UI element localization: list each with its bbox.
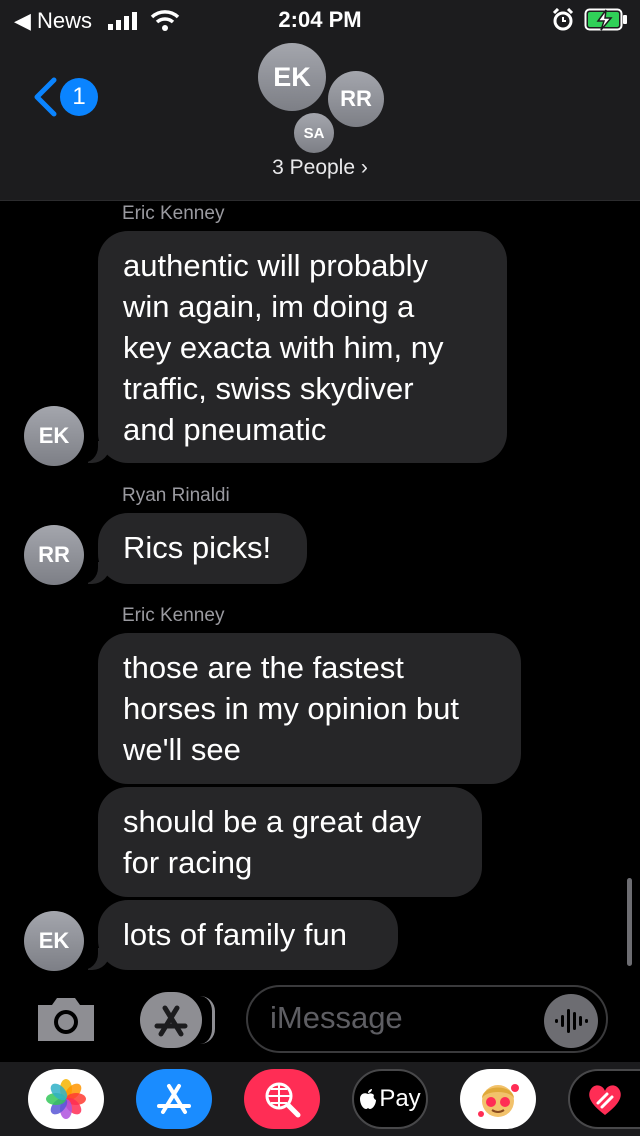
conversation-header: 1 EK RR SA 3 People › <box>0 40 640 201</box>
battery-charging-icon <box>584 8 627 31</box>
sender-name: Eric Kenney <box>122 203 225 224</box>
apple-pay-label: Pay <box>379 1085 421 1112</box>
message-bubble[interactable]: Rics picks! <box>98 513 307 584</box>
app-store-icon <box>154 1005 188 1037</box>
alarm-icon <box>552 8 574 31</box>
avatar-ek[interactable]: EK <box>24 406 84 466</box>
message-line: and pneumatic <box>123 412 327 447</box>
avatar-ek[interactable]: EK <box>258 43 326 111</box>
people-count-link[interactable]: 3 People › <box>0 156 640 180</box>
app-store-drawer-button[interactable] <box>140 992 202 1048</box>
voice-message-button[interactable] <box>544 994 598 1048</box>
drawer-arc <box>200 996 215 1044</box>
message-line: win again, im doing a <box>123 289 415 324</box>
message-bubble[interactable]: authentic will probably win again, im do… <box>98 231 507 463</box>
message-line: for racing <box>123 845 253 880</box>
camera-icon[interactable] <box>34 995 98 1043</box>
waveform-icon <box>555 1009 588 1033</box>
globe-search-icon <box>265 1082 301 1118</box>
imessage-placeholder: iMessage <box>270 1000 403 1035</box>
message-bubble[interactable]: should be a great day for racing <box>98 787 482 897</box>
sender-name: Ryan Rinaldi <box>122 485 230 506</box>
status-bar: ◀ News 2:04 PM <box>0 0 640 40</box>
sender-name: Eric Kenney <box>122 605 225 626</box>
bubble-tail <box>74 944 110 970</box>
avatar-ek[interactable]: EK <box>24 911 84 971</box>
message-line: Rics picks! <box>123 530 272 565</box>
app-store-app-button[interactable] <box>136 1069 212 1129</box>
message-bubble[interactable]: those are the fastest horses in my opini… <box>98 633 521 784</box>
message-bubble[interactable]: lots of family fun <box>98 900 398 970</box>
scrollbar[interactable] <box>627 878 632 966</box>
message-line: horses in my opinion but <box>123 691 460 726</box>
message-line: we'll see <box>123 732 241 767</box>
bubble-tail <box>74 558 110 584</box>
avatar-rr[interactable]: RR <box>24 525 84 585</box>
photos-icon <box>46 1079 86 1119</box>
memoji-app-button[interactable] <box>460 1069 536 1129</box>
bubble-tail <box>74 437 110 463</box>
clock: 2:04 PM <box>278 7 362 32</box>
app-store-icon <box>157 1084 191 1114</box>
message-line: traffic, swiss skydiver <box>123 371 414 406</box>
message-line: authentic will probably <box>123 248 429 283</box>
apple-logo-icon <box>360 1089 377 1109</box>
message-line: key exacta with him, ny <box>123 330 444 365</box>
message-line: lots of family fun <box>123 917 347 952</box>
digital-touch-app-button[interactable] <box>568 1069 640 1129</box>
avatar-rr[interactable]: RR <box>328 71 384 127</box>
images-search-app-button[interactable] <box>244 1069 320 1129</box>
unread-count-badge[interactable]: 1 <box>60 78 98 116</box>
memoji-icon <box>478 1084 519 1117</box>
apple-pay-app-button[interactable]: Pay <box>352 1069 428 1129</box>
avatar-sa[interactable]: SA <box>292 111 336 155</box>
message-line: should be a great day <box>123 804 422 839</box>
message-line: those are the fastest <box>123 650 404 685</box>
chevron-left-icon[interactable] <box>32 77 58 117</box>
heart-icon <box>589 1085 621 1115</box>
photos-app-button[interactable] <box>28 1069 104 1129</box>
